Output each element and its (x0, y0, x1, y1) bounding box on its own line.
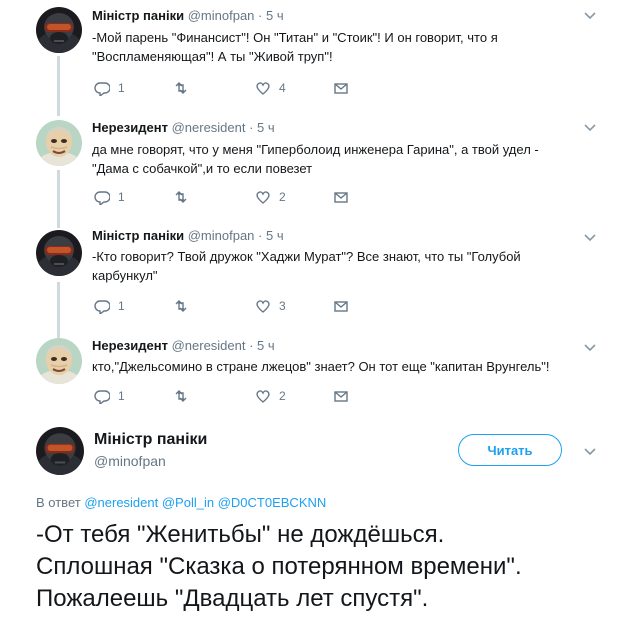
author-handle[interactable]: @neresident (172, 120, 246, 135)
reply-icon (94, 300, 110, 314)
avatar[interactable] (36, 120, 82, 166)
avatar[interactable] (36, 7, 82, 53)
reply-button[interactable]: 1 (94, 297, 125, 315)
reply-context: В ответ @neresident @Poll_in @D0CT0EBCKN… (36, 495, 327, 510)
retweet-button[interactable] (173, 79, 189, 97)
tweet-actions: 1 4 (94, 79, 394, 97)
tweet[interactable]: Нерезидент @neresident · 5 ч кто,"Джельс… (0, 335, 621, 415)
mention-link[interactable]: @D0CT0EBCKNN (218, 495, 327, 510)
dm-icon (334, 391, 348, 402)
author-handle[interactable]: @neresident (172, 338, 246, 353)
avatar[interactable] (36, 230, 82, 276)
like-icon (256, 82, 270, 95)
mention-link[interactable]: @neresident (84, 495, 158, 510)
dm-icon (334, 83, 348, 94)
dm-button[interactable] (333, 297, 349, 315)
author-handle[interactable]: @minofpan (188, 8, 255, 23)
author-handle[interactable]: @minofpan (188, 228, 255, 243)
reply-icon (94, 82, 110, 96)
chevron-down-icon[interactable] (583, 230, 597, 244)
like-button[interactable]: 3 (255, 297, 286, 315)
author-handle[interactable]: @minofpan (94, 453, 166, 469)
like-button[interactable]: 4 (255, 79, 286, 97)
author-name[interactable]: Нерезидент (92, 120, 168, 135)
like-icon (256, 191, 270, 204)
tweet-header: Міністр паніки @minofpan · 5 ч (92, 228, 284, 243)
author-name[interactable]: Міністр паніки (94, 431, 207, 449)
retweet-icon (175, 82, 187, 94)
chevron-down-icon[interactable] (583, 120, 597, 134)
retweet-button[interactable] (173, 387, 189, 405)
dm-icon (334, 301, 348, 312)
dm-button[interactable] (333, 188, 349, 206)
tweet-text: -Мой парень "Финансист"! Он "Титан" и "С… (92, 30, 498, 64)
timestamp[interactable]: · 5 ч (249, 120, 275, 135)
tweet-text: да мне говорят, что у меня "Гиперболоид … (92, 142, 539, 176)
dm-button[interactable] (333, 387, 349, 405)
tweet[interactable]: Нерезидент @neresident · 5 ч да мне гово… (0, 115, 621, 225)
tweet-actions: 1 2 (94, 387, 394, 405)
retweet-button[interactable] (173, 297, 189, 315)
tweet-text: кто,"Джельсомино в стране лжецов" знает?… (92, 359, 550, 374)
author-name[interactable]: Міністр паніки (92, 228, 184, 243)
like-icon (256, 390, 270, 403)
retweet-button[interactable] (173, 188, 189, 206)
chevron-down-icon[interactable] (583, 444, 597, 458)
tweet[interactable]: Міністр паніки @minofpan · 5 ч -Мой паре… (0, 0, 621, 110)
tweet-header: Міністр паніки @minofpan · 5 ч (92, 8, 284, 23)
chevron-down-icon[interactable] (583, 340, 597, 354)
chevron-down-icon[interactable] (583, 8, 597, 22)
reply-icon (94, 191, 110, 205)
dm-button[interactable] (333, 79, 349, 97)
retweet-icon (175, 300, 187, 312)
reply-button[interactable]: 1 (94, 188, 125, 206)
mention-link[interactable]: @Poll_in (162, 495, 214, 510)
like-button[interactable]: 2 (255, 387, 286, 405)
dm-icon (334, 192, 348, 203)
tweet-header: Нерезидент @neresident · 5 ч (92, 120, 275, 135)
tweet-text: -Кто говорит? Твой дружок "Хаджи Мурат"?… (92, 249, 521, 283)
follow-button[interactable]: Читать (458, 434, 562, 466)
like-icon (256, 300, 270, 313)
timestamp[interactable]: · 5 ч (258, 8, 284, 23)
avatar[interactable] (36, 427, 84, 475)
tweet[interactable]: Міністр паніки @minofpan · 5 ч -Кто гово… (0, 225, 621, 330)
timestamp[interactable]: · 5 ч (258, 228, 284, 243)
reply-button[interactable]: 1 (94, 387, 125, 405)
reply-icon (94, 390, 110, 404)
like-button[interactable]: 2 (255, 188, 286, 206)
author-name[interactable]: Міністр паніки (92, 8, 184, 23)
author-name[interactable]: Нерезидент (92, 338, 168, 353)
tweet-header: Нерезидент @neresident · 5 ч (92, 338, 275, 353)
avatar[interactable] (36, 338, 82, 384)
retweet-icon (175, 390, 187, 402)
timestamp[interactable]: · 5 ч (249, 338, 275, 353)
tweet-actions: 1 2 (94, 188, 394, 206)
main-tweet-text: -От тебя "Женитьбы" не дождёшься. Сплошн… (36, 521, 522, 612)
reply-button[interactable]: 1 (94, 79, 125, 97)
retweet-icon (175, 191, 187, 203)
tweet-actions: 1 3 (94, 297, 394, 315)
